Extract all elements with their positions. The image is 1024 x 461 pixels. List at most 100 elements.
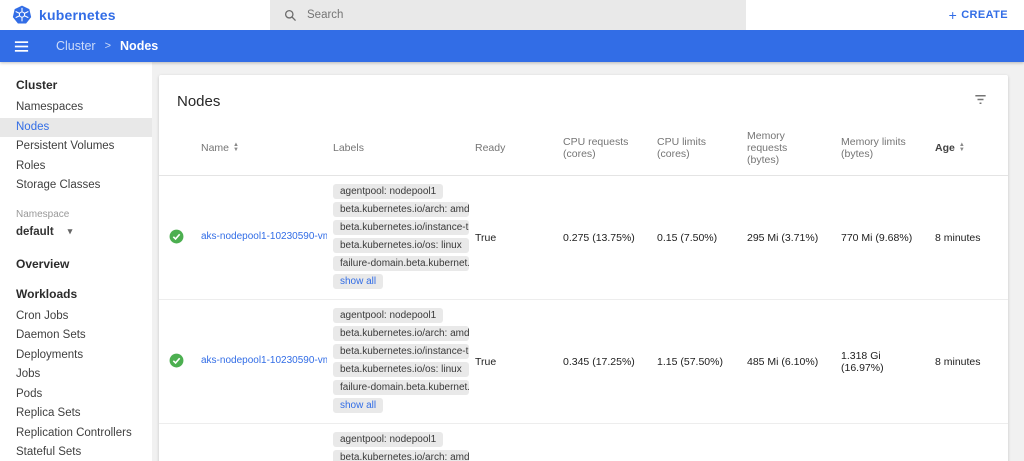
hamburger-icon xyxy=(13,38,30,55)
sidebar-item-replica-sets[interactable]: Replica Sets xyxy=(0,404,152,424)
sidebar-section-workloads: Workloads xyxy=(0,277,152,307)
sidebar: Cluster NamespacesNodesPersistent Volume… xyxy=(0,62,152,461)
search-input[interactable] xyxy=(307,9,732,21)
breadcrumb: Cluster > Nodes xyxy=(56,39,158,53)
top-bar: kubernetes + CREATE xyxy=(0,0,1024,30)
brand-label: kubernetes xyxy=(39,7,116,23)
age-cell: 8 minutes xyxy=(925,300,1008,424)
table-row: aks-nodepool1-10230590-vm... agentpool: … xyxy=(159,176,1008,300)
sidebar-item-pods[interactable]: Pods xyxy=(0,385,152,405)
node-name-link[interactable]: aks-nodepool1-10230590-vm... xyxy=(201,231,327,242)
col-header-cpu-limits: CPU limits (cores) xyxy=(647,124,737,176)
col-header-status xyxy=(159,124,191,176)
labels-list: agentpool: nodepool1beta.kubernetes.io/a… xyxy=(333,430,455,461)
col-header-cpu-requests: CPU requests (cores) xyxy=(553,124,647,176)
namespace-label: Namespace xyxy=(0,196,152,222)
table-row: aks-nodepool1-10230590-vm... agentpool: … xyxy=(159,300,1008,424)
sidebar-item-nodes[interactable]: Nodes xyxy=(0,118,152,138)
ready-cell: True xyxy=(465,424,553,461)
name-cell: aks-nodepool1-10230590-vm... xyxy=(191,424,323,461)
name-cell: aks-nodepool1-10230590-vm... xyxy=(191,176,323,300)
col-header-memory-requests: Memory requests (bytes) xyxy=(737,124,831,176)
status-ok-icon xyxy=(169,229,184,244)
sidebar-cluster-list: NamespacesNodesPersistent VolumesRolesSt… xyxy=(0,98,152,196)
table-row: aks-nodepool1-10230590-vm... agentpool: … xyxy=(159,424,1008,461)
col-header-ready: Ready xyxy=(465,124,553,176)
label-chip: agentpool: nodepool1 xyxy=(333,308,443,323)
nodes-card: Nodes xyxy=(159,75,1008,461)
sidebar-item-cron-jobs[interactable]: Cron Jobs xyxy=(0,307,152,327)
label-chip: beta.kubernetes.io/arch: amd. xyxy=(333,326,469,341)
label-chip: beta.kubernetes.io/instance-t. xyxy=(333,220,469,235)
col-header-name[interactable]: Name ▲▼ xyxy=(191,124,323,176)
cpu-requests-cell: 0.385 (19.25%) xyxy=(553,424,647,461)
status-ok-icon xyxy=(169,353,184,368)
menu-icon[interactable] xyxy=(13,38,30,55)
sidebar-item-roles[interactable]: Roles xyxy=(0,157,152,177)
col-header-age[interactable]: Age ▲▼ xyxy=(925,124,1008,176)
sidebar-item-jobs[interactable]: Jobs xyxy=(0,365,152,385)
cpu-limits-cell: 0.15 (7.50%) xyxy=(647,176,737,300)
status-cell xyxy=(159,300,191,424)
sidebar-item-daemon-sets[interactable]: Daemon Sets xyxy=(0,326,152,346)
age-cell: 8 minutes xyxy=(925,176,1008,300)
cpu-limits-cell: 0.25 (12.50%) xyxy=(647,424,737,461)
nodes-table: Name ▲▼ Labels Ready CPU requests (cores… xyxy=(159,124,1008,461)
create-button[interactable]: + CREATE xyxy=(949,9,1008,21)
memory-limits-cell: 1.318 Gi (16.97%) xyxy=(831,300,925,424)
memory-requests-cell: 485 Mi (6.10%) xyxy=(737,300,831,424)
ready-cell: True xyxy=(465,300,553,424)
sidebar-item-stateful-sets[interactable]: Stateful Sets xyxy=(0,443,152,461)
node-name-link[interactable]: aks-nodepool1-10230590-vm... xyxy=(201,355,327,366)
show-all-button[interactable]: show all xyxy=(333,398,383,413)
namespace-select[interactable]: default ▾ xyxy=(0,222,152,247)
page-title: Nodes xyxy=(177,93,220,110)
labels-cell: agentpool: nodepool1beta.kubernetes.io/a… xyxy=(323,176,465,300)
name-cell: aks-nodepool1-10230590-vm... xyxy=(191,300,323,424)
show-all-button[interactable]: show all xyxy=(333,274,383,289)
memory-requests-cell: 409 Mi (5.14%) xyxy=(737,424,831,461)
sidebar-item-persistent-volumes[interactable]: Persistent Volumes xyxy=(0,137,152,157)
sidebar-item-deployments[interactable]: Deployments xyxy=(0,346,152,366)
breadcrumb-separator: > xyxy=(105,40,111,52)
sidebar-workloads-list: Cron JobsDaemon SetsDeploymentsJobsPodsR… xyxy=(0,307,152,461)
sidebar-item-namespaces[interactable]: Namespaces xyxy=(0,98,152,118)
cpu-requests-cell: 0.345 (17.25%) xyxy=(553,300,647,424)
sidebar-item-overview[interactable]: Overview xyxy=(0,247,152,277)
labels-cell: agentpool: nodepool1beta.kubernetes.io/a… xyxy=(323,300,465,424)
filter-icon[interactable] xyxy=(971,90,990,112)
app-shell: Cluster NamespacesNodesPersistent Volume… xyxy=(0,62,1024,461)
label-chip: agentpool: nodepool1 xyxy=(333,184,443,199)
search-bar[interactable] xyxy=(270,0,746,30)
sort-icon: ▲▼ xyxy=(233,143,239,153)
labels-list: agentpool: nodepool1beta.kubernetes.io/a… xyxy=(333,182,455,272)
labels-list: agentpool: nodepool1beta.kubernetes.io/a… xyxy=(333,306,455,396)
kubernetes-logo-icon xyxy=(12,5,32,25)
label-chip: beta.kubernetes.io/arch: amd. xyxy=(333,450,469,461)
breadcrumb-bar: Cluster > Nodes xyxy=(0,30,1024,62)
label-chip: beta.kubernetes.io/os: linux xyxy=(333,362,469,377)
label-chip: failure-domain.beta.kubernet... xyxy=(333,380,469,395)
brand[interactable]: kubernetes xyxy=(0,5,116,25)
cpu-limits-cell: 1.15 (57.50%) xyxy=(647,300,737,424)
search-icon xyxy=(284,9,297,22)
sidebar-item-replication-controllers[interactable]: Replication Controllers xyxy=(0,424,152,444)
chevron-down-icon: ▾ xyxy=(68,226,73,237)
col-header-labels: Labels xyxy=(323,124,465,176)
memory-limits-cell: 770 Mi (9.68%) xyxy=(831,176,925,300)
nodes-table-body: aks-nodepool1-10230590-vm... agentpool: … xyxy=(159,176,1008,461)
label-chip: failure-domain.beta.kubernet... xyxy=(333,256,469,271)
table-header-row: Name ▲▼ Labels Ready CPU requests (cores… xyxy=(159,124,1008,176)
status-cell xyxy=(159,424,191,461)
label-chip: beta.kubernetes.io/instance-t. xyxy=(333,344,469,359)
breadcrumb-nodes: Nodes xyxy=(120,39,158,53)
labels-cell: agentpool: nodepool1beta.kubernetes.io/a… xyxy=(323,424,465,461)
age-cell: 8 minutes xyxy=(925,424,1008,461)
sort-icon: ▲▼ xyxy=(959,143,965,153)
create-button-label: CREATE xyxy=(961,9,1008,21)
sidebar-section-cluster: Cluster xyxy=(0,68,152,98)
breadcrumb-cluster[interactable]: Cluster xyxy=(56,39,96,53)
label-chip: beta.kubernetes.io/arch: amd. xyxy=(333,202,469,217)
memory-limits-cell: 1.240 Gi (15.96%) xyxy=(831,424,925,461)
sidebar-item-storage-classes[interactable]: Storage Classes xyxy=(0,176,152,196)
